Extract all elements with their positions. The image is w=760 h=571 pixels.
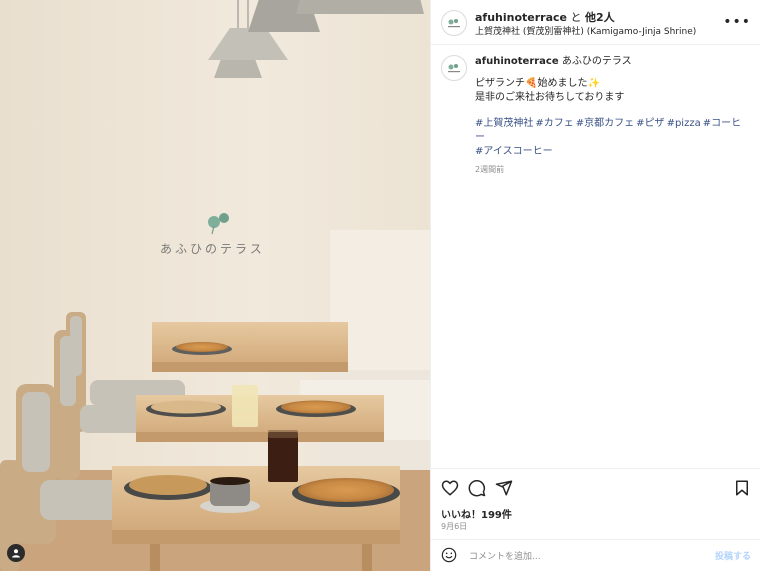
comment-bubble-icon[interactable]: [468, 479, 486, 497]
caption-time-ago[interactable]: 2週間前: [475, 163, 750, 177]
caption-line-2: 是非のご来社お待ちしております: [475, 92, 625, 103]
hashtag[interactable]: #ピザ: [636, 118, 664, 129]
more-options-icon[interactable]: •••: [723, 14, 751, 30]
avatar-logo-icon: [448, 64, 460, 73]
emoji-icon[interactable]: [441, 547, 457, 563]
hashtag[interactable]: #カフェ: [535, 118, 573, 129]
caption-body: afuhinoterrace あふひのテラス ピザランチ🍕始めました✨ 是非のご…: [475, 55, 750, 177]
caption-avatar[interactable]: [441, 55, 467, 81]
like-heart-icon[interactable]: [441, 479, 459, 497]
hashtag-list: #上賀茂神社 #カフェ #京都カフェ #ピザ #pizza #コーヒー #アイスコーヒー: [475, 117, 750, 159]
post-side-panel: afuhinoterrace と 他2人 上賀茂神社 (賀茂別雷神社) (Kam…: [430, 0, 760, 571]
post-header: afuhinoterrace と 他2人 上賀茂神社 (賀茂別雷神社) (Kam…: [431, 0, 760, 45]
like-count[interactable]: いいね！199件: [441, 506, 512, 521]
comment-bar: コメントを追加... 投稿する: [431, 539, 760, 571]
header-others[interactable]: 他2人: [585, 11, 615, 24]
hashtag[interactable]: #上賀茂神社: [475, 118, 533, 129]
avatar-logo-icon: [448, 19, 460, 28]
cafe-scene: [0, 0, 430, 571]
post-comment-button[interactable]: 投稿する: [715, 549, 751, 562]
post-actions: いいね！199件 9月6日 コメントを追加... 投稿する: [431, 468, 760, 571]
hashtag[interactable]: #pizza: [667, 118, 701, 129]
share-send-icon[interactable]: [495, 479, 513, 497]
instagram-post-modal: あふひのテラス afuhinoterrace と 他2人 上賀茂神社 (賀茂別雷…: [0, 0, 760, 571]
comment-input[interactable]: コメントを追加...: [469, 549, 541, 562]
header-title: afuhinoterrace と 他2人: [475, 9, 615, 25]
header-joiner: と: [570, 11, 582, 24]
header-username[interactable]: afuhinoterrace: [475, 11, 567, 24]
photo-logo-text: あふひのテラス: [160, 242, 265, 256]
hashtag[interactable]: #アイスコーヒー: [475, 146, 553, 157]
hashtag[interactable]: #京都カフェ: [576, 118, 634, 129]
save-bookmark-icon[interactable]: [733, 479, 751, 497]
post-date[interactable]: 9月6日: [441, 521, 467, 532]
avatar[interactable]: [441, 10, 467, 36]
caption-shop-name: あふひのテラス: [561, 56, 632, 67]
caption-username[interactable]: afuhinoterrace: [475, 56, 559, 67]
caption-line-1: ピザランチ🍕始めました✨: [475, 78, 600, 89]
tagged-users-icon[interactable]: [7, 544, 25, 562]
post-photo[interactable]: あふひのテラス: [0, 0, 430, 571]
header-location[interactable]: 上賀茂神社 (賀茂別雷神社) (Kamigamo-Jinja Shrine): [475, 24, 696, 37]
